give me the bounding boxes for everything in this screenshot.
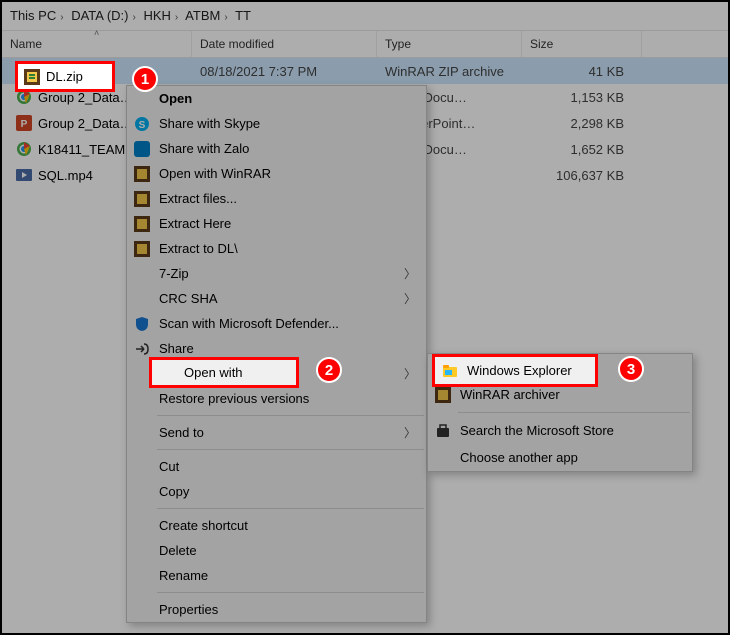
menu-7zip[interactable]: 7-Zip〉: [127, 261, 426, 286]
menu-crc-sha[interactable]: CRC SHA〉: [127, 286, 426, 311]
column-date[interactable]: Date modified: [192, 31, 377, 57]
menu-rename[interactable]: Rename: [127, 563, 426, 588]
menu-scan-defender[interactable]: Scan with Microsoft Defender...: [127, 311, 426, 336]
share-icon: [133, 340, 151, 358]
file-date: 08/18/2021 7:37 PM: [192, 64, 377, 79]
file-size: 41 KB: [522, 64, 642, 79]
menu-separator: [157, 449, 424, 450]
menu-delete[interactable]: Delete: [127, 538, 426, 563]
menu-properties[interactable]: Properties: [127, 597, 426, 622]
powerpoint-icon: P: [16, 115, 32, 131]
breadcrumb-seg[interactable]: ATBM: [185, 8, 220, 23]
tutorial-badge-3: 3: [618, 356, 644, 382]
winrar-icon: [133, 190, 151, 208]
chevron-right-icon: ›: [133, 12, 136, 23]
chevron-right-icon: ›: [175, 12, 178, 23]
svg-text:S: S: [139, 120, 146, 131]
chevron-right-icon: 〉: [404, 265, 416, 282]
zalo-icon: [133, 140, 151, 158]
winrar-icon: [133, 165, 151, 183]
chevron-right-icon: 〉: [404, 365, 416, 382]
column-size[interactable]: Size: [522, 31, 642, 57]
menu-extract-to[interactable]: Extract to DL\: [127, 236, 426, 261]
menu-copy[interactable]: Copy: [127, 479, 426, 504]
file-size: 1,153 KB: [522, 90, 642, 105]
chevron-right-icon: 〉: [404, 290, 416, 307]
store-icon: [434, 422, 452, 440]
menu-open-winrar[interactable]: Open with WinRAR: [127, 161, 426, 186]
breadcrumb[interactable]: This PC › DATA (D:) › HKH › ATBM › TT: [2, 2, 728, 30]
shield-icon: [133, 315, 151, 333]
column-type[interactable]: Type: [377, 31, 522, 57]
winrar-icon: [133, 240, 151, 258]
menu-separator: [157, 592, 424, 593]
breadcrumb-seg[interactable]: DATA (D:): [71, 8, 128, 23]
menu-open[interactable]: Open: [127, 86, 426, 111]
breadcrumb-seg[interactable]: HKH: [143, 8, 170, 23]
menu-extract-here[interactable]: Extract Here: [127, 211, 426, 236]
menu-share-zalo[interactable]: Share with Zalo: [127, 136, 426, 161]
menu-cut[interactable]: Cut: [127, 454, 426, 479]
context-menu: Open SShare with Skype Share with Zalo O…: [126, 85, 427, 623]
chevron-right-icon: 〉: [404, 424, 416, 441]
menu-create-shortcut[interactable]: Create shortcut: [127, 513, 426, 538]
column-headers: Name ˄ Date modified Type Size: [2, 30, 728, 58]
file-size: 1,652 KB: [522, 142, 642, 157]
breadcrumb-seg[interactable]: This PC: [10, 8, 56, 23]
skype-icon: S: [133, 115, 151, 133]
winrar-icon: [434, 386, 452, 404]
menu-send-to[interactable]: Send to〉: [127, 420, 426, 445]
menu-separator: [458, 412, 690, 413]
file-name: SQL.mp4: [38, 168, 93, 183]
menu-extract-files[interactable]: Extract files...: [127, 186, 426, 211]
video-icon: [16, 167, 32, 183]
submenu-search-store[interactable]: Search the Microsoft Store: [428, 417, 692, 444]
menu-share-skype[interactable]: SShare with Skype: [127, 111, 426, 136]
chevron-right-icon: ›: [60, 12, 63, 23]
column-name[interactable]: Name ˄: [2, 31, 192, 57]
sort-up-icon: ˄: [94, 28, 99, 38]
tutorial-badge-1: 1: [132, 66, 158, 92]
file-name: Group 2_Data…: [38, 116, 133, 131]
file-type: WinRAR ZIP archive: [377, 64, 522, 79]
file-size: 2,298 KB: [522, 116, 642, 131]
menu-separator: [157, 415, 424, 416]
menu-restore-prev[interactable]: Restore previous versions: [127, 386, 426, 411]
file-size: 106,637 KB: [522, 168, 642, 183]
winrar-icon: [133, 215, 151, 233]
svg-text:P: P: [21, 119, 28, 130]
menu-separator: [157, 508, 424, 509]
file-name: K18411_TEAM…: [38, 142, 138, 157]
chrome-icon: [16, 141, 32, 157]
tutorial-badge-2: 2: [316, 357, 342, 383]
breadcrumb-seg[interactable]: TT: [235, 8, 251, 23]
chevron-right-icon: ›: [224, 12, 227, 23]
submenu-choose-another[interactable]: Choose another app: [428, 444, 692, 471]
